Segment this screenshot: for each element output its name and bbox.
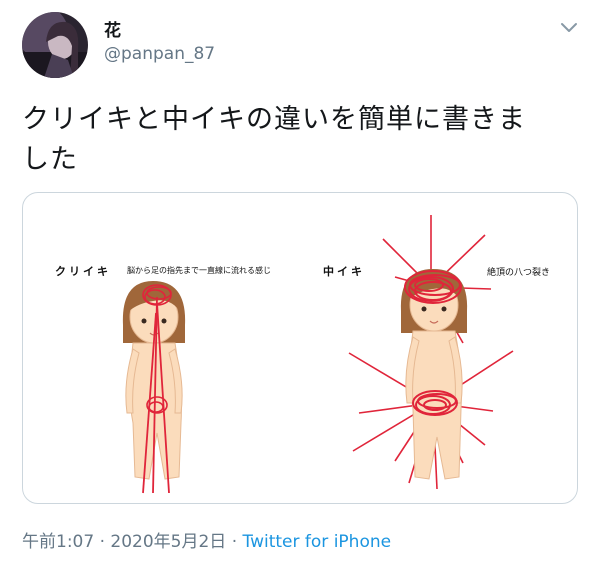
left-caption: 脳から足の指先まで一直線に流れる感じ: [127, 265, 271, 275]
tweet-text: クリイキと中イキの違いを簡単に書きま した: [22, 100, 582, 180]
tweet-image[interactable]: クリイキ 脳から足の指先まで一直線に流れる感じ 中イキ 絶頂の八つ裂き: [22, 192, 578, 504]
right-figure: [348, 215, 514, 490]
user-handle[interactable]: @panpan_87: [104, 44, 215, 64]
tweet-time[interactable]: 午前1:07: [22, 532, 94, 552]
separator: ·: [94, 532, 111, 552]
illustration: クリイキ 脳から足の指先まで一直線に流れる感じ 中イキ 絶頂の八つ裂き: [55, 215, 550, 494]
left-figure: [122, 281, 186, 494]
avatar[interactable]: [22, 12, 88, 78]
separator: ·: [226, 532, 243, 552]
source-link[interactable]: Twitter for iPhone: [243, 532, 392, 552]
tweet-date[interactable]: 2020年5月2日: [110, 532, 226, 552]
right-title: 中イキ: [323, 264, 365, 278]
right-caption: 絶頂の八つ裂き: [487, 266, 550, 278]
left-title: クリイキ: [55, 265, 111, 278]
tweet-text-line-2: した: [22, 144, 78, 175]
chevron-down-icon[interactable]: [558, 20, 580, 36]
display-name[interactable]: 花: [104, 16, 121, 41]
tweet-text-line-1: クリイキと中イキの違いを簡単に書きま: [22, 104, 526, 135]
tweet-meta: 午前1:07 · 2020年5月2日 · Twitter for iPhone: [22, 527, 391, 552]
